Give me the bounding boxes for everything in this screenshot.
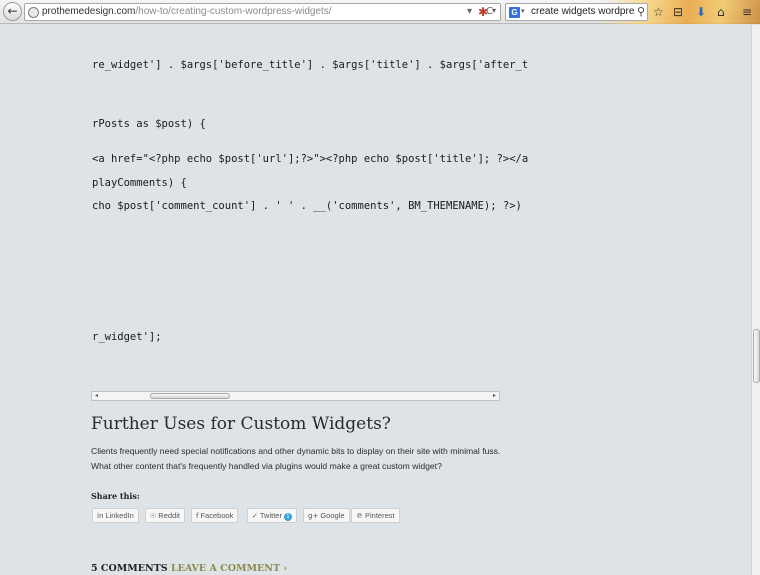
search-icon[interactable]: ⚲ <box>634 5 645 18</box>
share-pinterest-button[interactable]: ℗ Pinterest <box>351 508 400 523</box>
home-icon[interactable]: ⌂ <box>717 4 725 20</box>
scrollbar-thumb[interactable] <box>753 329 760 383</box>
section-heading: Further Uses for Custom Widgets? <box>91 414 391 434</box>
menu-icon[interactable]: ≡ <box>742 4 752 20</box>
linkedin-icon: in <box>97 512 104 520</box>
share-linkedin-button[interactable]: in LinkedIn <box>92 508 139 523</box>
twitter-icon: ✓ <box>252 512 258 520</box>
code-line: playComments) { <box>92 177 187 189</box>
pinterest-icon: ℗ <box>356 512 363 520</box>
reddit-icon: ☉ <box>150 512 157 520</box>
comments-count: 5 COMMENTS <box>91 563 168 574</box>
share-label: Share this: <box>91 491 140 501</box>
share-button-label: Facebook <box>200 511 234 520</box>
share-facebook-button[interactable]: f Facebook <box>191 508 239 523</box>
comments-heading: 5 COMMENTS LEAVE A COMMENT › <box>91 563 287 574</box>
share-button-label: Reddit <box>158 511 180 520</box>
scroll-right-icon[interactable]: ▸ <box>490 392 499 400</box>
google-icon[interactable]: G <box>509 7 520 18</box>
share-count-badge: 1 <box>283 513 292 521</box>
scrollbar-thumb[interactable] <box>150 393 230 399</box>
code-line: rPosts as $post) { <box>92 118 206 130</box>
dropdown-arrow-icon[interactable]: ▾ <box>467 6 472 17</box>
globe-icon <box>28 7 39 18</box>
url-text[interactable]: prothemedesign.com/how-to/creating-custo… <box>42 6 332 17</box>
code-line: cho $post['comment_count'] . ' ' . __('c… <box>92 200 522 212</box>
share-button-label: Pinterest <box>365 511 395 520</box>
addon-star-icon[interactable]: ✱ <box>478 5 492 19</box>
paragraph-line: Clients frequently need special notifica… <box>91 446 501 456</box>
share-twitter-button[interactable]: ✓ Twitter 1 <box>247 508 297 523</box>
paragraph-line: What other content that's frequently han… <box>91 461 442 471</box>
share-button-label: Google <box>320 511 345 520</box>
code-line: r_widget']; <box>92 331 162 343</box>
browser-toolbar: ← prothemedesign.com/how-to/creating-cus… <box>0 0 760 24</box>
download-icon[interactable]: ⬇ <box>696 4 706 20</box>
address-bar[interactable]: prothemedesign.com/how-to/creating-custo… <box>24 3 501 21</box>
code-line: <a href="<?php echo $post['url'];?>"><?p… <box>92 153 529 165</box>
share-reddit-button[interactable]: ☉ Reddit <box>145 508 185 523</box>
search-input[interactable]: create widgets wordpress <box>531 6 644 17</box>
chevron-down-icon[interactable]: ▾ <box>521 7 525 15</box>
back-button[interactable]: ← <box>3 2 22 21</box>
facebook-icon: f <box>196 512 199 520</box>
url-domain: prothemedesign.com <box>42 6 136 17</box>
chevron-down-icon[interactable]: ▾ <box>492 6 496 15</box>
bookmark-star-icon[interactable]: ☆ <box>653 4 664 20</box>
scroll-left-icon[interactable]: ◂ <box>92 392 101 400</box>
page-vertical-scrollbar[interactable] <box>751 25 760 575</box>
code-line: re_widget'] . $args['before_title'] . $a… <box>92 59 529 71</box>
google-plus-icon: g+ <box>308 512 319 520</box>
search-bar[interactable]: G ▾ create widgets wordpress ⚲ <box>505 3 648 21</box>
code-horizontal-scrollbar[interactable]: ◂ ▸ <box>91 391 500 401</box>
share-button-label: LinkedIn <box>105 511 134 520</box>
share-button-label: Twitter <box>259 511 282 520</box>
library-icon[interactable]: ⊟ <box>673 4 683 20</box>
share-google-button[interactable]: g+ Google <box>303 508 350 523</box>
url-path: /how-to/creating-custom-wordpress-widget… <box>135 6 332 17</box>
leave-comment-link[interactable]: LEAVE A COMMENT › <box>171 563 287 574</box>
